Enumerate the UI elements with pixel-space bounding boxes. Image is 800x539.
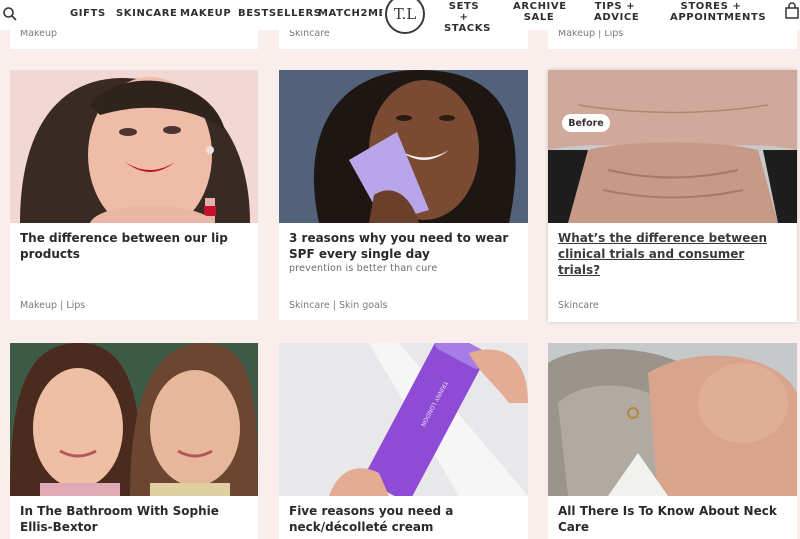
nav-match2me[interactable]: MATCH2ME: [318, 8, 386, 19]
article-card[interactable]: Before What’s the difference between cli…: [548, 70, 797, 322]
logo-mark: T.L: [393, 5, 417, 23]
nav-tips-advice[interactable]: TIPS + ADVICE: [594, 1, 640, 23]
card-tag[interactable]: Skincare | Skin goals: [289, 300, 387, 311]
nav-stores-appointments[interactable]: STORES + APPOINTMENTS: [670, 1, 767, 23]
article-subtitle: prevention is better than cure: [289, 263, 438, 274]
article-title[interactable]: In The Bathroom With Sophie Ellis-Bextor: [20, 503, 248, 535]
card-tag[interactable]: Makeup | Lips: [20, 300, 85, 311]
article-card[interactable]: TRINNY LONDON Five reasons you need a ne…: [279, 343, 528, 539]
article-image[interactable]: [548, 343, 797, 496]
top-nav: GIFTS SKINCARE MAKEUP BESTSELLERS MATCH2…: [0, 0, 800, 34]
nav-stores-line2: APPOINTMENTS: [670, 12, 767, 23]
nav-skincare[interactable]: SKINCARE: [116, 8, 177, 19]
search-icon[interactable]: [2, 6, 18, 22]
brand-logo[interactable]: T.L: [385, 0, 425, 34]
nav-tips-line2: ADVICE: [594, 12, 640, 23]
lip-products-photo: [10, 70, 258, 223]
article-image[interactable]: [10, 70, 258, 223]
before-neck-photo: [548, 70, 797, 223]
nav-stores-line1: STORES +: [680, 1, 742, 12]
sophie-ellis-bextor-photo: [10, 343, 258, 496]
card-tag[interactable]: Skincare: [558, 300, 599, 311]
article-card[interactable]: The difference between our lip products …: [10, 70, 258, 320]
nav-archive-sale[interactable]: ARCHIVE SALE: [513, 1, 567, 23]
before-badge: Before: [562, 114, 610, 132]
spf-photo: [279, 70, 528, 223]
nav-tips-line1: TIPS +: [594, 1, 636, 12]
article-card[interactable]: In The Bathroom With Sophie Ellis-Bextor: [10, 343, 258, 539]
neck-cream-photo: TRINNY LONDON: [279, 343, 528, 496]
nav-gifts[interactable]: GIFTS: [70, 8, 106, 19]
nav-sets-stacks[interactable]: SETS + STACKS: [444, 1, 491, 34]
article-title[interactable]: 3 reasons why you need to wear SPF every…: [289, 230, 518, 262]
article-title[interactable]: All There Is To Know About Neck Care: [558, 503, 787, 535]
article-card[interactable]: 3 reasons why you need to wear SPF every…: [279, 70, 528, 320]
neck-care-photo: [548, 343, 797, 496]
article-title-link[interactable]: What’s the difference between clinical t…: [558, 230, 787, 278]
nav-archive-line1: ARCHIVE: [513, 1, 567, 12]
nav-sets-line2: STACKS: [444, 23, 491, 34]
nav-archive-line2: SALE: [523, 12, 555, 23]
article-image[interactable]: Before: [548, 70, 797, 223]
article-image[interactable]: [10, 343, 258, 496]
article-title[interactable]: The difference between our lip products: [20, 230, 248, 262]
shopping-bag-icon[interactable]: [784, 2, 800, 20]
article-image[interactable]: [279, 70, 528, 223]
nav-bestsellers[interactable]: BESTSELLERS: [238, 8, 322, 19]
nav-sets-line1: SETS +: [448, 1, 480, 23]
article-card[interactable]: All There Is To Know About Neck Care: [548, 343, 797, 539]
article-title[interactable]: Five reasons you need a neck/décolleté c…: [289, 503, 518, 535]
article-image[interactable]: TRINNY LONDON: [279, 343, 528, 496]
nav-makeup[interactable]: MAKEUP: [180, 8, 231, 19]
